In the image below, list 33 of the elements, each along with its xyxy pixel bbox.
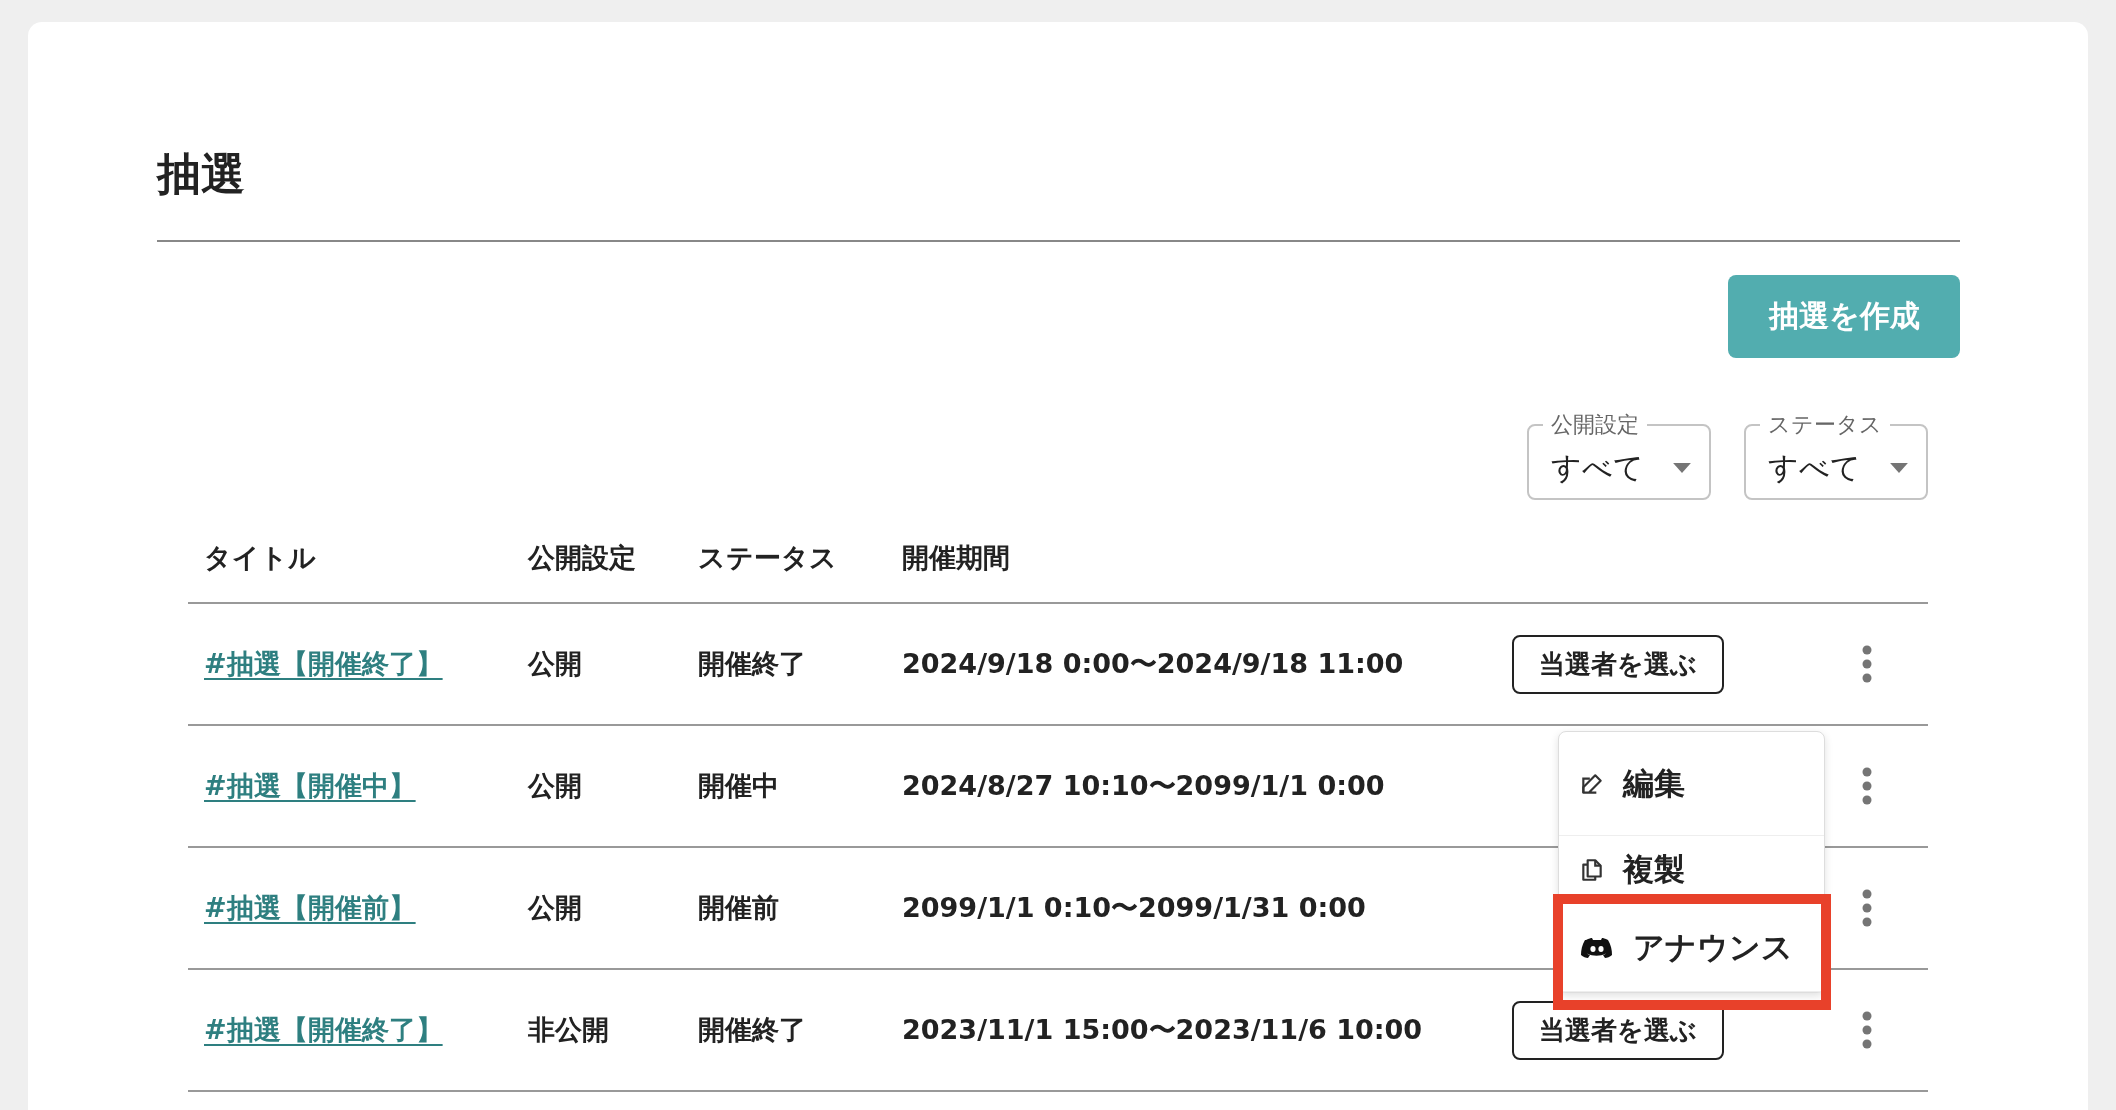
menu-item[interactable]: 編集: [1559, 732, 1824, 836]
more-icon[interactable]: [1862, 1011, 1872, 1049]
column-header: 開催期間: [902, 541, 1010, 575]
table-cell-text: 2023/11/1 15:00〜2023/11/6 10:00: [902, 1013, 1423, 1047]
caret-icon: [1673, 463, 1691, 473]
table-cell-text: 2024/8/27 10:10〜2099/1/1 0:00: [902, 769, 1385, 803]
table-cell-text: 開催前: [698, 891, 779, 925]
title-link[interactable]: #抽選【開催中】: [204, 770, 416, 801]
copy-icon: [1579, 856, 1605, 883]
page-title: 抽選: [157, 147, 245, 201]
menu-item[interactable]: 複製: [1559, 836, 1824, 904]
title-link[interactable]: #抽選【開催終了】: [204, 1014, 443, 1045]
menu-item[interactable]: アナウンス: [1559, 904, 1824, 992]
table-cell-text: 2024/9/18 0:00〜2024/9/18 11:00: [902, 647, 1404, 681]
table-cell-text: 公開: [528, 769, 582, 803]
more-icon[interactable]: [1862, 767, 1872, 805]
column-header: 公開設定: [528, 541, 636, 575]
table-cell-text: 公開: [528, 891, 582, 925]
column-header: タイトル: [204, 541, 316, 575]
title-link[interactable]: #抽選【開催前】: [204, 892, 416, 923]
caret-icon: [1890, 463, 1908, 473]
pick-winner-button[interactable]: 当選者を選ぶ: [1512, 634, 1724, 694]
table-cell-text: 開催終了: [698, 1013, 806, 1047]
more-icon[interactable]: [1862, 645, 1872, 683]
title-link[interactable]: #抽選【開催終了】: [204, 648, 443, 679]
table-cell-text: 開催終了: [698, 647, 806, 681]
table-cell-text: 開催中: [698, 769, 779, 803]
table-cell-text: 公開: [528, 647, 582, 681]
table-cell-text: 2099/1/1 0:10〜2099/1/31 0:00: [902, 891, 1366, 925]
column-header: ステータス: [698, 541, 837, 575]
more-icon[interactable]: [1862, 889, 1872, 927]
table-cell-text: 非公開: [528, 1013, 609, 1047]
filter-select[interactable]: 公開設定 すべて: [1527, 410, 1711, 500]
